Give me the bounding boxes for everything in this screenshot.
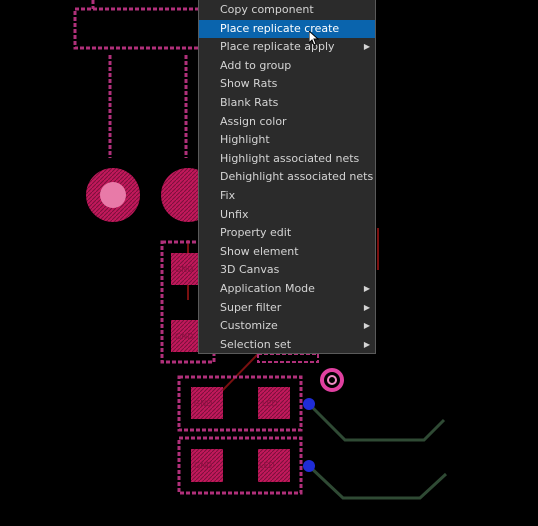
connection-point[interactable]: [303, 460, 315, 472]
mouse-cursor-icon: [309, 31, 319, 46]
menu-item-dehighlight-associated-nets[interactable]: Dehighlight associated nets: [199, 168, 375, 187]
via[interactable]: [320, 368, 344, 392]
menu-item-copy-component[interactable]: Copy component: [199, 1, 375, 20]
menu-item-property-edit[interactable]: Property edit: [199, 224, 375, 243]
menu-item-label: Highlight: [220, 133, 270, 147]
context-menu: Copy component Place replicate create Pl…: [198, 0, 376, 354]
menu-item-unfix[interactable]: Unfix: [199, 206, 375, 225]
menu-item-label: Add to group: [220, 58, 292, 72]
trace[interactable]: [307, 402, 446, 442]
menu-item-application-mode[interactable]: Application Mode ▶: [199, 280, 375, 299]
menu-item-label: Show Rats: [220, 77, 278, 91]
component-outline-top[interactable]: [73, 7, 212, 50]
menu-item-label: Assign color: [220, 114, 287, 128]
menu-item-label: Show element: [220, 244, 299, 258]
pad-label: LED: [259, 461, 275, 470]
menu-item-label: Fix: [220, 188, 236, 202]
menu-item-assign-color[interactable]: Assign color: [199, 113, 375, 132]
submenu-arrow-icon: ▶: [363, 42, 370, 52]
menu-item-label: Copy component: [220, 3, 314, 16]
menu-item-show-rats[interactable]: Show Rats: [199, 75, 375, 94]
pad-label: GND: [194, 461, 212, 470]
menu-item-label: 3D Canvas: [220, 263, 280, 277]
pad-label: LED: [262, 399, 278, 408]
menu-item-3d-canvas[interactable]: 3D Canvas: [199, 261, 375, 280]
menu-item-selection-set[interactable]: Selection set ▶: [199, 336, 375, 353]
via-inner: [327, 375, 337, 385]
menu-item-super-filter[interactable]: Super filter ▶: [199, 299, 375, 318]
menu-item-place-replicate-apply[interactable]: Place replicate apply ▶: [199, 38, 375, 57]
connection-point[interactable]: [303, 398, 315, 410]
menu-item-fix[interactable]: Fix: [199, 187, 375, 206]
submenu-arrow-icon: ▶: [363, 283, 370, 293]
menu-item-label: Selection set: [220, 337, 292, 351]
pad-label: GND: [194, 399, 212, 408]
menu-item-place-replicate-create[interactable]: Place replicate create: [199, 19, 375, 39]
menu-item-add-to-group[interactable]: Add to group: [199, 57, 375, 76]
menu-item-highlight[interactable]: Highlight: [199, 131, 375, 150]
menu-item-label: Application Mode: [220, 281, 315, 295]
round-pad-left-center: [100, 182, 126, 208]
submenu-arrow-icon: ▶: [363, 302, 370, 312]
menu-item-show-element[interactable]: Show element: [199, 243, 375, 262]
trace[interactable]: [307, 464, 448, 500]
menu-item-label: Super filter: [220, 300, 282, 314]
pad-label: GND: [175, 332, 193, 341]
submenu-arrow-icon: ▶: [363, 339, 370, 349]
component-outline-stub: [257, 353, 319, 363]
menu-item-label: Property edit: [220, 226, 292, 240]
ratsnest-line: [217, 353, 259, 396]
menu-item-label: Unfix: [220, 207, 249, 221]
menu-item-label: Place replicate create: [220, 21, 340, 35]
menu-item-blank-rats[interactable]: Blank Rats: [199, 94, 375, 113]
submenu-arrow-icon: ▶: [363, 321, 370, 331]
menu-item-highlight-associated-nets[interactable]: Highlight associated nets: [199, 150, 375, 169]
menu-item-customize[interactable]: Customize ▶: [199, 317, 375, 336]
pad-label: GND: [175, 265, 193, 274]
menu-item-label: Customize: [220, 319, 278, 333]
menu-item-label: Dehighlight associated nets: [220, 170, 374, 184]
menu-item-label: Highlight associated nets: [220, 151, 360, 165]
menu-item-label: Blank Rats: [220, 95, 279, 109]
